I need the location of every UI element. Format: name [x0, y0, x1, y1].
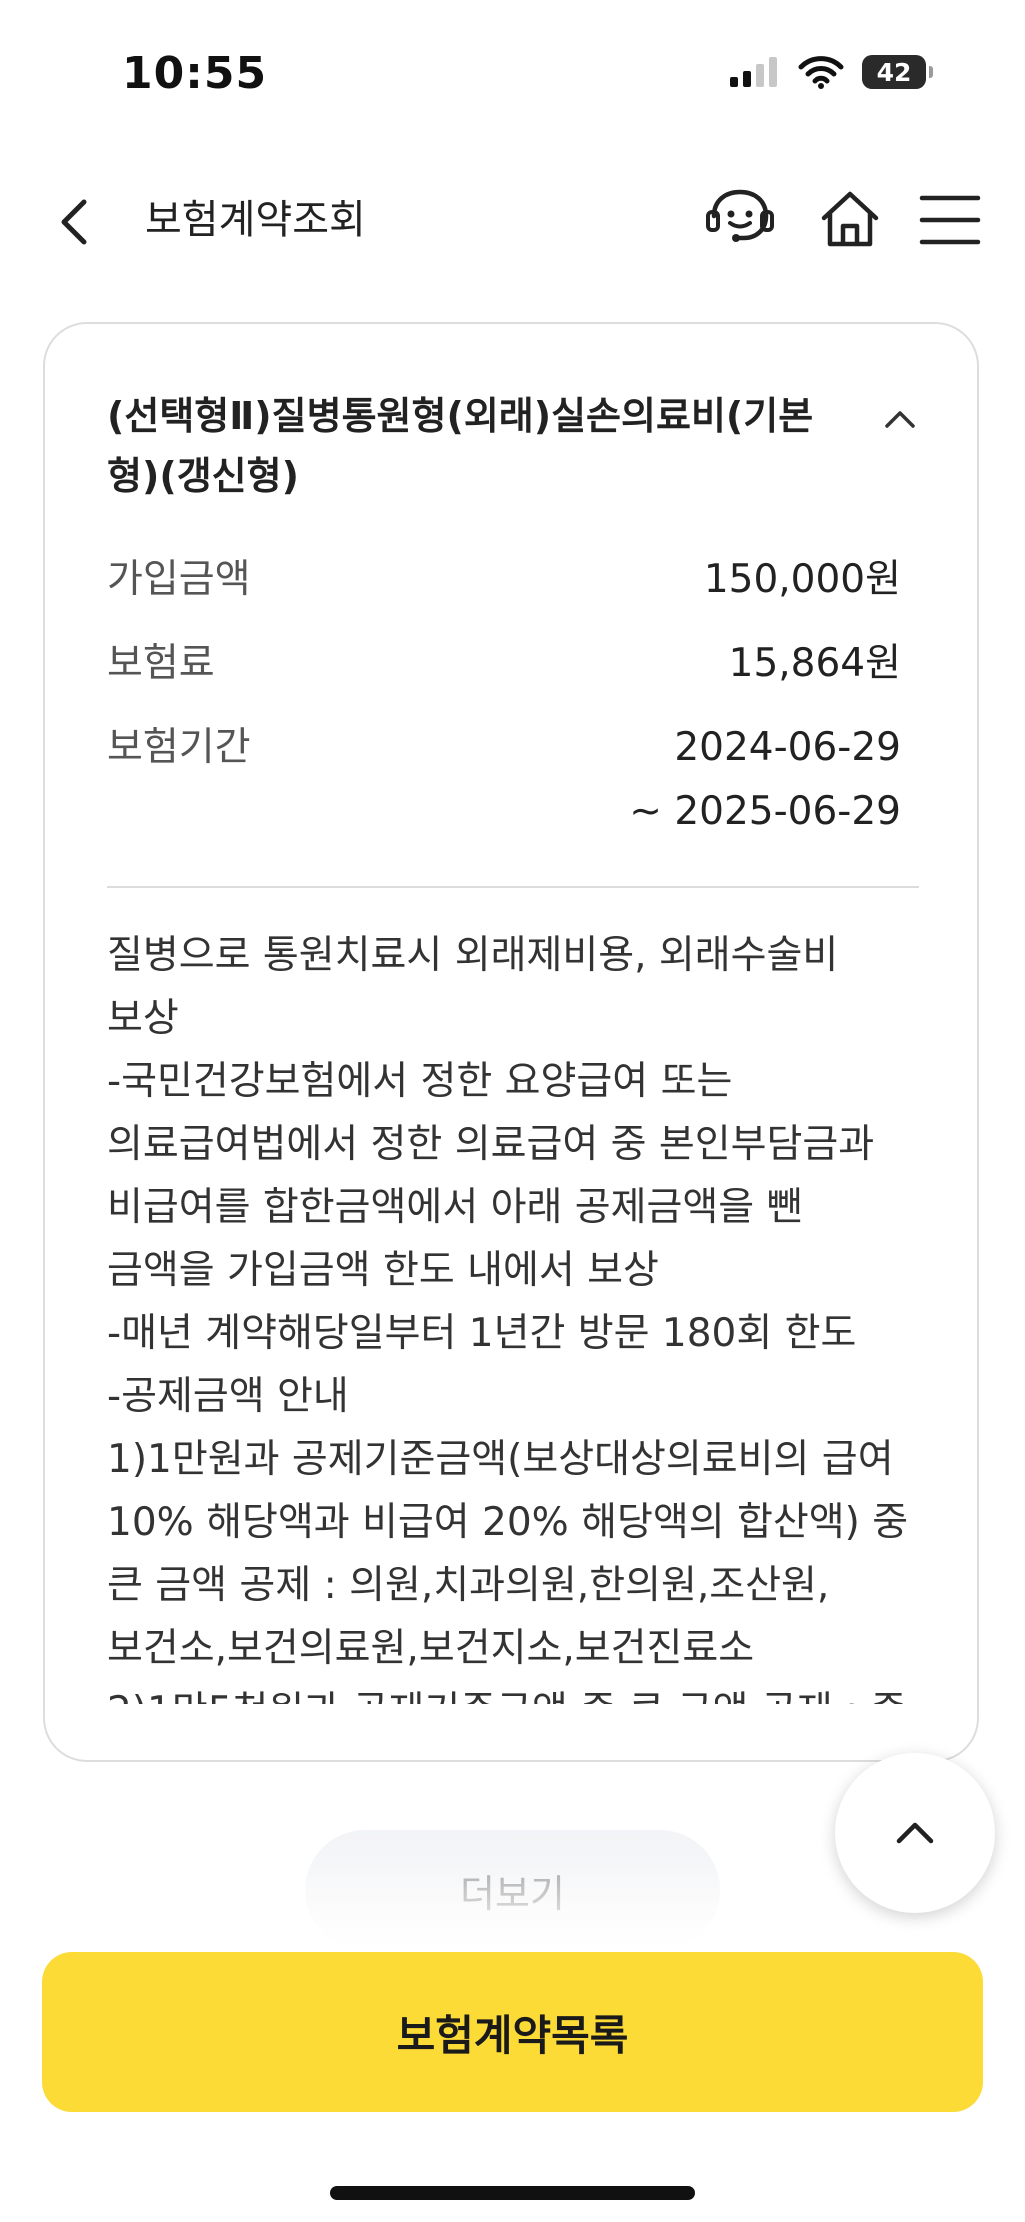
home-icon [821, 191, 879, 247]
info-label: 보험기간 [107, 725, 251, 770]
back-arrow-icon [61, 199, 87, 245]
coverage-title: (선택형Ⅱ)질병통원형(외래)실손의료비(기본형)(갱신형) [107, 394, 814, 498]
chatbot-button[interactable] [700, 180, 780, 260]
divider [107, 886, 919, 888]
status-icons: 42 [730, 55, 933, 89]
menu-button[interactable] [910, 180, 990, 260]
coverage-description: 질병으로 통원치료시 외래제비용, 외래수술비 보상 -국민건강보험에서 정한 … [107, 933, 909, 1704]
info-label: 보험료 [107, 641, 215, 686]
period-end: ~ 2025-06-29 [629, 789, 901, 834]
info-value: 150,000원 [703, 557, 901, 602]
contract-list-button[interactable]: 보험계약목록 [42, 1952, 983, 2112]
menu-icon [919, 195, 981, 245]
info-row-period: 보험기간 2024-06-29 ~ 2025-06-29 [107, 720, 962, 850]
battery-level: 42 [876, 57, 912, 87]
home-button[interactable] [810, 180, 890, 260]
battery-icon: 42 [862, 55, 933, 89]
coverage-card: (선택형Ⅱ)질병통원형(외래)실손의료비(기본형)(갱신형) 가입금액 150,… [43, 322, 979, 1762]
wifi-icon [798, 56, 844, 89]
scroll-top-button[interactable] [835, 1753, 995, 1913]
collapse-button[interactable] [875, 394, 925, 444]
status-bar: 10:55 42 [0, 0, 1025, 150]
signal-icon [730, 57, 777, 87]
page-title: 보험계약조회 [145, 197, 366, 243]
status-time: 10:55 [122, 48, 268, 99]
chevron-up-icon [885, 411, 915, 428]
period-start: 2024-06-29 [674, 725, 901, 770]
info-label: 가입금액 [107, 557, 251, 602]
home-indicator [330, 2186, 695, 2200]
app-header: 보험계약조회 [0, 170, 1025, 270]
chatbot-icon [706, 189, 774, 242]
back-button[interactable] [50, 192, 106, 252]
info-value: 15,864원 [728, 641, 901, 686]
chevron-up-icon [896, 1822, 934, 1844]
